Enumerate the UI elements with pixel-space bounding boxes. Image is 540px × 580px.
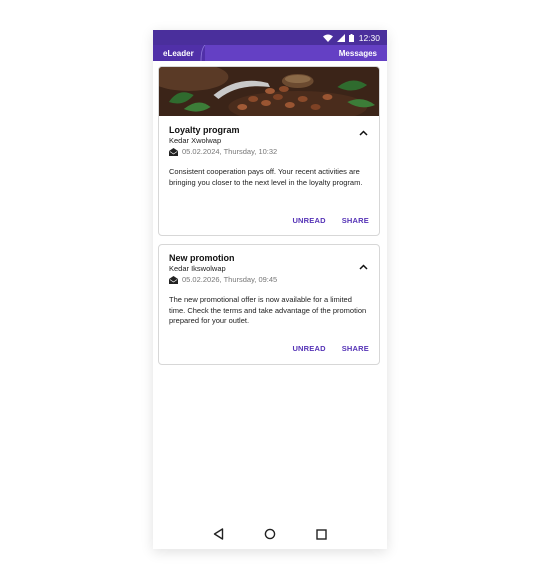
unread-button[interactable]: UNREAD [292, 344, 325, 353]
message-actions: UNREAD SHARE [292, 344, 369, 353]
wifi-icon [322, 34, 333, 42]
battery-icon [348, 33, 354, 42]
home-button[interactable] [263, 527, 277, 541]
message-body: Consistent cooperation pays off. Your re… [169, 167, 363, 187]
message-title: Loyalty program [169, 125, 240, 135]
share-button[interactable]: SHARE [342, 216, 369, 225]
phone-screen: 12:30 eLeader Messages Loyalty program K… [153, 30, 387, 549]
message-title: New promotion [169, 253, 235, 263]
cellular-signal-icon [336, 33, 345, 42]
back-icon [213, 528, 224, 540]
cocoa-beans-image [159, 67, 379, 116]
opened-envelope-icon [169, 147, 178, 156]
back-button[interactable] [212, 527, 226, 541]
app-brand-label: eLeader [163, 48, 194, 58]
message-sender: Kedar Ikswolwap [169, 264, 226, 273]
status-bar: 12:30 [153, 30, 387, 45]
message-date-text: 05.02.2026, Thursday, 09:45 [182, 275, 278, 284]
system-nav-bar [153, 519, 387, 549]
message-date: 05.02.2024, Thursday, 10:32 [169, 147, 369, 156]
message-date-text: 05.02.2024, Thursday, 10:32 [182, 147, 278, 156]
home-icon [264, 528, 276, 540]
recents-icon [316, 528, 327, 540]
opened-envelope-icon [169, 275, 178, 284]
page-title: Messages [338, 48, 377, 58]
message-body: The new promotional offer is now availab… [169, 295, 367, 325]
message-card[interactable]: Loyalty program Kedar Xwolwap 05.02.2024… [158, 66, 380, 236]
message-date: 05.02.2026, Thursday, 09:45 [169, 275, 369, 284]
chevron-up-icon[interactable] [358, 262, 369, 273]
unread-button[interactable]: UNREAD [292, 216, 325, 225]
chevron-up-icon[interactable] [358, 128, 369, 139]
recents-button[interactable] [314, 527, 328, 541]
message-sender: Kedar Xwolwap [169, 136, 222, 145]
app-brand: eLeader [153, 45, 205, 61]
brand-divider [199, 45, 206, 61]
message-actions: UNREAD SHARE [292, 216, 369, 225]
message-card[interactable]: New promotion Kedar Ikswolwap 05.02.2026… [158, 244, 380, 365]
status-time: 12:30 [358, 32, 380, 43]
app-bar: eLeader Messages [153, 45, 387, 61]
share-button[interactable]: SHARE [342, 344, 369, 353]
